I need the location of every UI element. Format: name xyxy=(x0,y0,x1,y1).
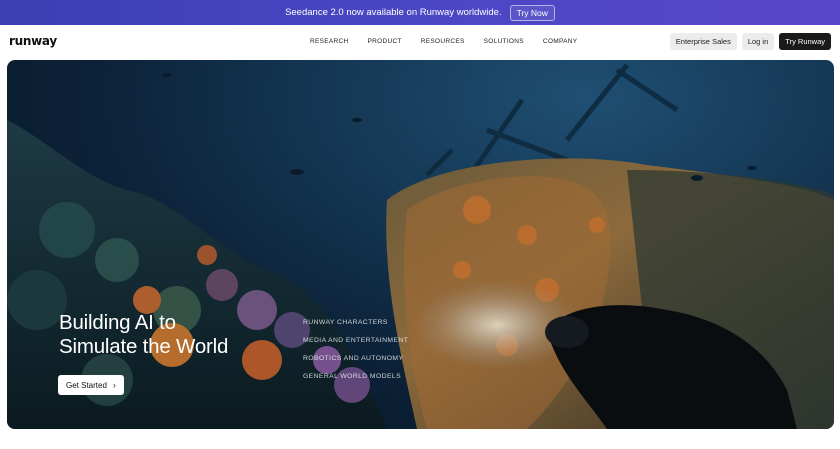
hero-section: Building AI to Simulate the World Get St… xyxy=(7,60,834,429)
runway-logo[interactable]: runway xyxy=(9,34,57,48)
get-started-label: Get Started xyxy=(66,380,107,390)
nav-actions: Enterprise Sales Log in Try Runway xyxy=(669,33,831,50)
nav-research[interactable]: RESEARCH xyxy=(310,38,349,45)
category-general-world-models[interactable]: GENERAL WORLD MODELS xyxy=(303,372,408,390)
headline-line-2: Simulate the World xyxy=(59,335,229,358)
nav-product[interactable]: PRODUCT xyxy=(368,38,402,45)
headline-line-1: Building AI to xyxy=(59,311,176,334)
hero-headline: Building AI to Simulate the World xyxy=(59,311,228,359)
chevron-right-icon: › xyxy=(112,380,116,390)
banner-text: Seedance 2.0 now available on Runway wor… xyxy=(285,7,502,18)
category-robotics-autonomy[interactable]: ROBOTICS AND AUTONOMY xyxy=(303,354,408,372)
top-navbar: runway RESEARCH PRODUCT RESOURCES SOLUTI… xyxy=(0,25,840,59)
hero-categories: RUNWAY CHARACTERS MEDIA AND ENTERTAINMEN… xyxy=(303,318,408,390)
announcement-banner: Seedance 2.0 now available on Runway wor… xyxy=(0,0,840,25)
nav-solutions[interactable]: SOLUTIONS xyxy=(484,38,524,45)
category-media-entertainment[interactable]: MEDIA AND ENTERTAINMENT xyxy=(303,336,408,354)
hero-underwater-image xyxy=(7,63,834,429)
nav-links: RESEARCH PRODUCT RESOURCES SOLUTIONS COM… xyxy=(310,38,596,45)
nav-resources[interactable]: RESOURCES xyxy=(421,38,465,45)
try-now-button[interactable]: Try Now xyxy=(509,4,555,21)
category-runway-characters[interactable]: RUNWAY CHARACTERS xyxy=(303,318,408,336)
try-runway-button[interactable]: Try Runway xyxy=(779,33,831,50)
enterprise-sales-button[interactable]: Enterprise Sales xyxy=(669,33,737,50)
login-button[interactable]: Log in xyxy=(741,33,775,50)
nav-company[interactable]: COMPANY xyxy=(543,38,577,45)
get-started-button[interactable]: Get Started › xyxy=(58,375,124,395)
